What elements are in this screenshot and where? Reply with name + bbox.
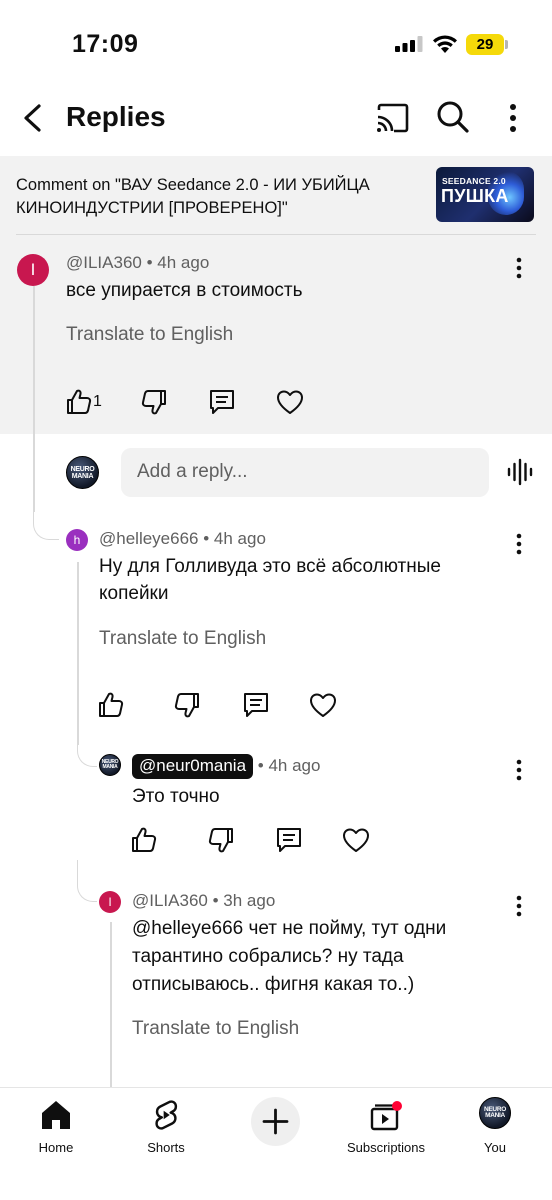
avatar-text: NEURO xyxy=(70,465,95,473)
comment-text: Ну для Голливуда это всё абсолютные копе… xyxy=(99,556,441,604)
heart-icon[interactable] xyxy=(308,690,338,720)
author-chip[interactable]: @neur0mania xyxy=(132,754,254,779)
back-arrow-icon[interactable] xyxy=(14,98,54,138)
comment-meta: @ILIA360 • 4h ago xyxy=(66,253,209,273)
avatar-text: MANIA xyxy=(485,1112,505,1119)
comment-time: 3h ago xyxy=(223,891,276,910)
dislike-icon[interactable] xyxy=(172,690,202,720)
status-bar: 17:09 29 xyxy=(0,0,552,86)
divider xyxy=(16,234,536,235)
reply-icon[interactable] xyxy=(207,387,237,417)
home-icon xyxy=(42,1101,70,1129)
cast-icon[interactable] xyxy=(374,100,410,136)
comment-meta: @neur0mania • 4h ago xyxy=(132,754,320,779)
shorts-icon xyxy=(155,1100,178,1130)
like-count: 1 xyxy=(93,393,102,410)
video-thumbnail[interactable]: SEEDANCE 2.0 ПУШКА xyxy=(436,167,534,222)
reply-icon[interactable] xyxy=(274,825,304,855)
search-icon[interactable] xyxy=(434,98,472,136)
comment-meta: @ILIA360 • 3h ago xyxy=(132,891,275,911)
video-reference[interactable]: Comment on "ВАУ Seedance 2.0 - ИИ УБИЙЦА… xyxy=(16,174,416,220)
current-user-avatar[interactable]: NEURO MANIA xyxy=(66,456,99,489)
comment-more-icon[interactable] xyxy=(509,255,529,281)
like-icon[interactable] xyxy=(96,690,126,720)
comment-author[interactable]: @ILIA360 xyxy=(66,253,142,272)
voice-input-icon[interactable] xyxy=(506,458,534,486)
comment-text: @helleye666 чет не пойму, тут одни таран… xyxy=(132,918,447,995)
plus-icon xyxy=(262,1108,289,1135)
nav-label: Home xyxy=(38,1140,74,1155)
dislike-icon[interactable] xyxy=(206,825,236,855)
thumbnail-title: SEEDANCE 2.0 xyxy=(442,176,506,186)
bottom-navigation: Home Shorts Subscriptions NEURO MANIA Yo… xyxy=(0,1087,552,1200)
dislike-icon[interactable] xyxy=(139,387,169,417)
meta-separator: • xyxy=(257,756,264,775)
translate-link[interactable]: Translate to English xyxy=(66,324,233,346)
like-icon[interactable] xyxy=(129,825,159,855)
cellular-signal-icon xyxy=(395,36,423,52)
app-header: Replies xyxy=(0,86,552,156)
like-icon[interactable] xyxy=(64,387,94,417)
thread-connector xyxy=(77,860,97,902)
thread-line xyxy=(33,286,35,512)
meta-separator: • xyxy=(212,891,219,910)
reply-input[interactable]: Add a reply... xyxy=(121,448,489,497)
comment-meta: @helleye666 • 4h ago xyxy=(99,529,266,549)
avatar-text: MANIA xyxy=(102,764,118,770)
comment-text: все упирается в стоимость xyxy=(66,280,303,301)
heart-icon[interactable] xyxy=(275,387,305,417)
comment-author[interactable]: @helleye666 xyxy=(99,529,199,548)
thread-connector xyxy=(77,735,97,767)
comment-more-icon[interactable] xyxy=(509,757,529,783)
avatar[interactable]: I xyxy=(17,254,49,286)
wifi-icon xyxy=(433,35,457,53)
comment-more-icon[interactable] xyxy=(509,531,529,557)
comment-author[interactable]: @ILIA360 xyxy=(132,891,208,910)
avatar[interactable]: h xyxy=(66,529,88,551)
comment-time: 4h ago xyxy=(213,529,266,548)
battery-tip xyxy=(505,40,508,49)
thumbnail-caption: ПУШКА xyxy=(441,186,509,206)
comment-more-icon[interactable] xyxy=(509,893,529,919)
profile-avatar: NEURO MANIA xyxy=(479,1097,511,1129)
battery-indicator: 29 xyxy=(466,34,504,55)
subscriptions-icon xyxy=(370,1101,402,1131)
heart-icon[interactable] xyxy=(341,825,371,855)
comment-time: 4h ago xyxy=(157,253,210,272)
comment-text: Это точно xyxy=(132,786,220,807)
translate-link[interactable]: Translate to English xyxy=(132,1018,299,1040)
meta-separator: • xyxy=(146,253,153,272)
nav-label: Subscriptions xyxy=(346,1140,426,1155)
nav-label: Shorts xyxy=(147,1140,185,1155)
avatar[interactable]: NEURO MANIA xyxy=(99,754,121,776)
more-vert-icon[interactable] xyxy=(500,98,526,138)
avatar[interactable]: I xyxy=(99,891,121,913)
status-time: 17:09 xyxy=(72,30,139,58)
reply-icon[interactable] xyxy=(241,690,271,720)
comment-time: 4h ago xyxy=(268,756,321,775)
page-title: Replies xyxy=(66,101,166,132)
meta-separator: • xyxy=(203,529,210,548)
thread-line xyxy=(110,922,112,1087)
nav-label: You xyxy=(484,1140,506,1155)
thread-line xyxy=(77,562,79,745)
translate-link[interactable]: Translate to English xyxy=(99,628,266,650)
create-button[interactable] xyxy=(251,1097,300,1146)
avatar-text: MANIA xyxy=(71,472,94,480)
thread-connector xyxy=(33,500,59,540)
